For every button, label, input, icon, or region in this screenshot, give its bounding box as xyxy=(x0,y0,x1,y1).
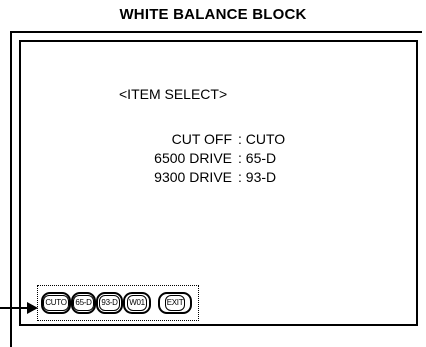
menu-label-cut-off: CUT OFF xyxy=(171,131,232,147)
65-d-button-label: 65-D xyxy=(73,295,94,311)
menu-code-93d: : 93-D xyxy=(238,169,277,185)
pointer-arrow-line xyxy=(0,307,27,309)
93-d-button-label: 93-D xyxy=(99,295,120,311)
menu-codes: : CUTO : 65-D : 93-D xyxy=(238,130,285,187)
menu-label-6500-drive: 6500 DRIVE xyxy=(154,150,232,166)
exit-button-label: EXIT xyxy=(164,295,186,311)
cuto-button[interactable]: CUTO xyxy=(41,292,71,314)
93-d-button[interactable]: 93-D xyxy=(96,292,123,314)
menu-code-cuto: : CUTO xyxy=(238,131,286,147)
w01-button-label: W01 xyxy=(127,295,147,311)
cuto-button-label: CUTO xyxy=(43,295,69,311)
exit-button[interactable]: EXIT xyxy=(158,292,192,314)
pointer-arrow-head-icon xyxy=(27,302,38,314)
65-d-button[interactable]: 65-D xyxy=(71,292,96,314)
w01-button[interactable]: W01 xyxy=(123,292,151,314)
menu-labels: CUT OFF 6500 DRIVE 9300 DRIVE xyxy=(0,130,232,187)
menu-label-9300-drive: 9300 DRIVE xyxy=(154,169,232,185)
item-select-heading: <ITEM SELECT> xyxy=(119,86,228,102)
menu-code-65d: : 65-D xyxy=(238,150,277,166)
pointer-drop-line xyxy=(10,307,12,347)
diagram-title: WHITE BALANCE BLOCK xyxy=(119,6,307,23)
